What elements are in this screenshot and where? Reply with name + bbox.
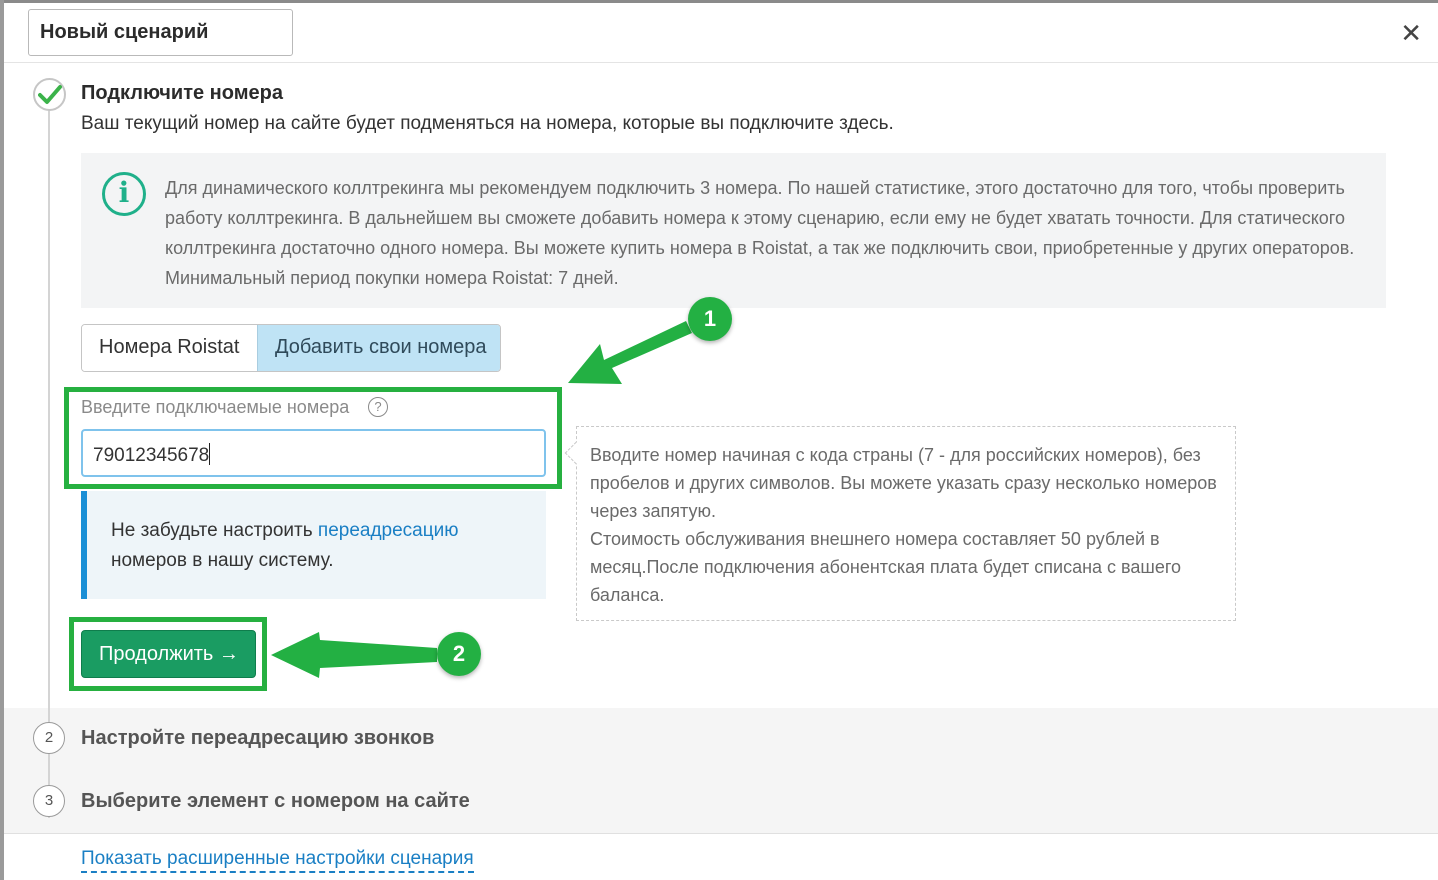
step2-title[interactable]: Настройте переадресацию звонков [81, 727, 434, 750]
highlight-box-phone-field [64, 387, 562, 489]
close-icon[interactable]: ✕ [1400, 20, 1422, 46]
arrow-2 [271, 632, 437, 678]
scenario-dialog: Новый сценарий ✕ Подключите номера Ваш т… [0, 0, 1438, 880]
notice-text: Не забудьте настроить переадресацию номе… [111, 516, 531, 576]
tab-add-own-numbers[interactable]: Добавить свои номера [257, 325, 500, 371]
tooltip-line-1: Вводите номер начиная с кода страны (7 -… [590, 445, 1217, 521]
info-text: Для динамического коллтрекинга мы рекоме… [165, 178, 1355, 288]
step3-title[interactable]: Выберите элемент с номером на сайте [81, 790, 470, 813]
phone-format-tooltip: Вводите номер начиная с кода страны (7 -… [564, 426, 1236, 621]
scenario-name-input[interactable]: Новый сценарий [28, 9, 293, 56]
tab-roistat-numbers[interactable]: Номера Roistat [82, 325, 257, 371]
step2-number: 2 [33, 722, 65, 754]
advanced-settings-link[interactable]: Показать расширенные настройки сценария [81, 848, 474, 873]
callout-1: 1 [688, 297, 732, 341]
dialog-header: Новый сценарий ✕ [4, 3, 1438, 63]
forwarding-link[interactable]: переадресацию [318, 520, 459, 541]
step1-check-icon [33, 78, 66, 111]
notice-prefix: Не забудьте настроить [111, 520, 318, 541]
callout-2: 2 [437, 632, 481, 676]
tooltip-line-2: Стоимость обслуживания внешнего номера с… [590, 529, 1182, 605]
step3-number: 3 [33, 785, 65, 817]
tooltip-text: Вводите номер начиная с кода страны (7 -… [590, 441, 1220, 609]
info-icon: i [102, 172, 146, 216]
number-source-tabs: Номера Roistat Добавить свои номера [81, 324, 501, 372]
forwarding-notice: Не забудьте настроить переадресацию номе… [81, 491, 546, 599]
tooltip-pointer [564, 441, 588, 465]
step1-title: Подключите номера [81, 82, 283, 104]
highlight-box-continue [69, 617, 267, 691]
info-box: i Для динамического коллтрекинга мы реко… [81, 153, 1386, 308]
step1-subtitle: Ваш текущий номер на сайте будет подменя… [81, 113, 894, 134]
notice-suffix: номеров в нашу систему. [111, 550, 334, 571]
arrow-1 [568, 321, 692, 384]
